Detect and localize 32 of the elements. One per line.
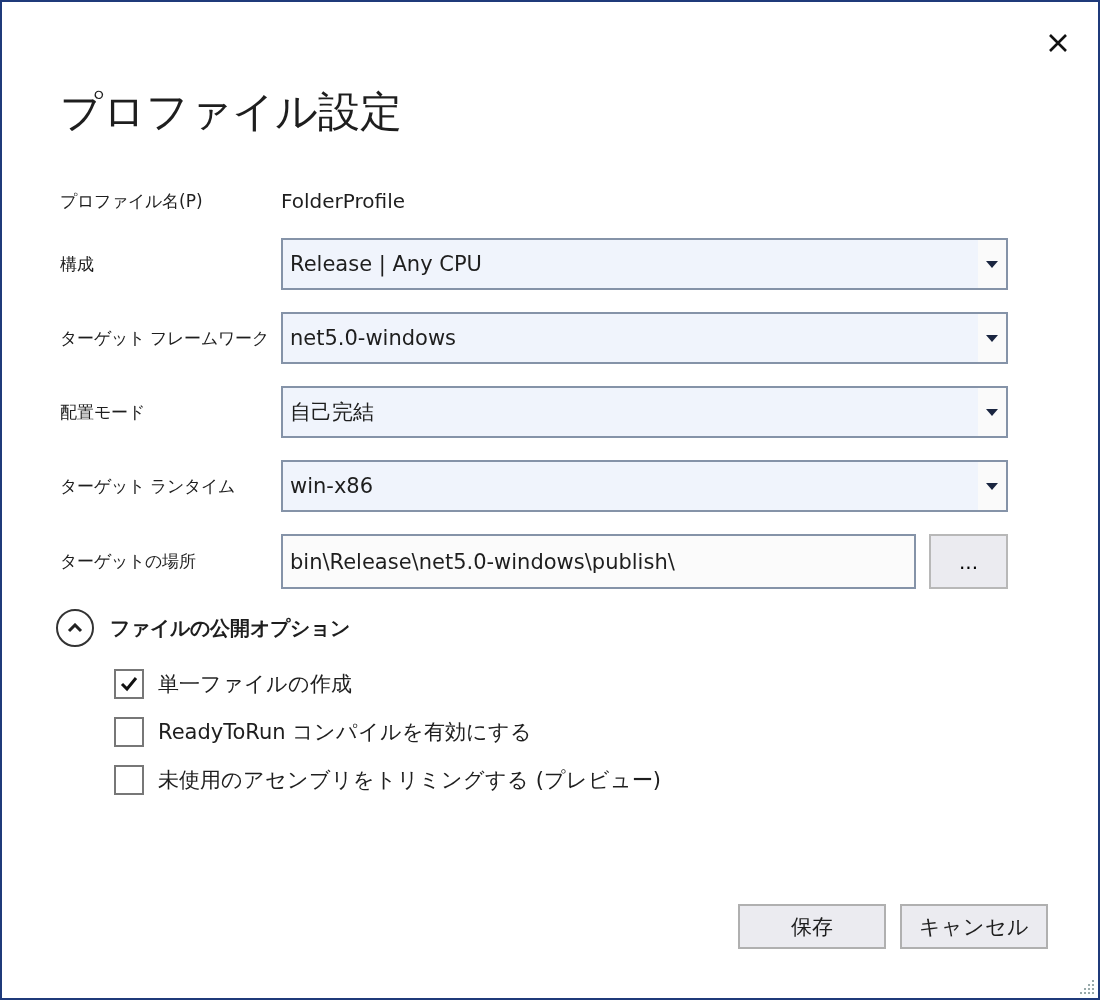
field-label: ターゲット ランタイム xyxy=(60,474,237,498)
chevron-up-icon xyxy=(67,623,83,633)
checkmark-icon xyxy=(120,676,138,692)
caret-icon xyxy=(986,408,998,416)
dialog-title: プロファイル設定 xyxy=(60,86,403,138)
dropdown[interactable]: win-x86 xyxy=(281,460,1008,512)
dropdown[interactable]: net5.0-windows xyxy=(281,312,1008,364)
checkbox-label: 単一ファイルの作成 xyxy=(158,671,352,698)
caret-icon xyxy=(986,482,998,490)
checkbox[interactable] xyxy=(114,669,144,699)
field-label: ターゲット フレームワーク xyxy=(60,326,271,350)
field-value: FolderProfile xyxy=(281,188,405,215)
caret-icon xyxy=(986,260,998,268)
dropdown[interactable]: 自己完結 xyxy=(281,386,1008,438)
save-button[interactable]: 保存 xyxy=(738,904,886,949)
collapse-button[interactable] xyxy=(56,609,94,647)
resize-grip-icon[interactable] xyxy=(1079,979,1095,995)
field-label: プロファイル名(P) xyxy=(60,189,204,213)
checkbox-label: ReadyToRun コンパイルを有効にする xyxy=(158,719,533,746)
field-label: 配置モード xyxy=(60,400,146,424)
field-label: 構成 xyxy=(60,252,95,276)
close-button[interactable] xyxy=(1048,33,1068,53)
browse-button[interactable]: ... xyxy=(929,534,1008,589)
checkbox-label: 未使用のアセンブリをトリミングする (プレビュー) xyxy=(158,767,662,794)
dropdown[interactable]: Release | Any CPU xyxy=(281,238,1008,290)
caret-icon xyxy=(986,334,998,342)
checkbox[interactable] xyxy=(114,765,144,795)
checkbox[interactable] xyxy=(114,717,144,747)
input-field[interactable]: bin\Release\net5.0-windows\publish\ xyxy=(281,534,916,589)
field-label: ターゲットの場所 xyxy=(60,550,197,573)
cancel-button[interactable]: キャンセル xyxy=(900,904,1048,949)
section-heading: ファイルの公開オプション xyxy=(110,614,350,642)
